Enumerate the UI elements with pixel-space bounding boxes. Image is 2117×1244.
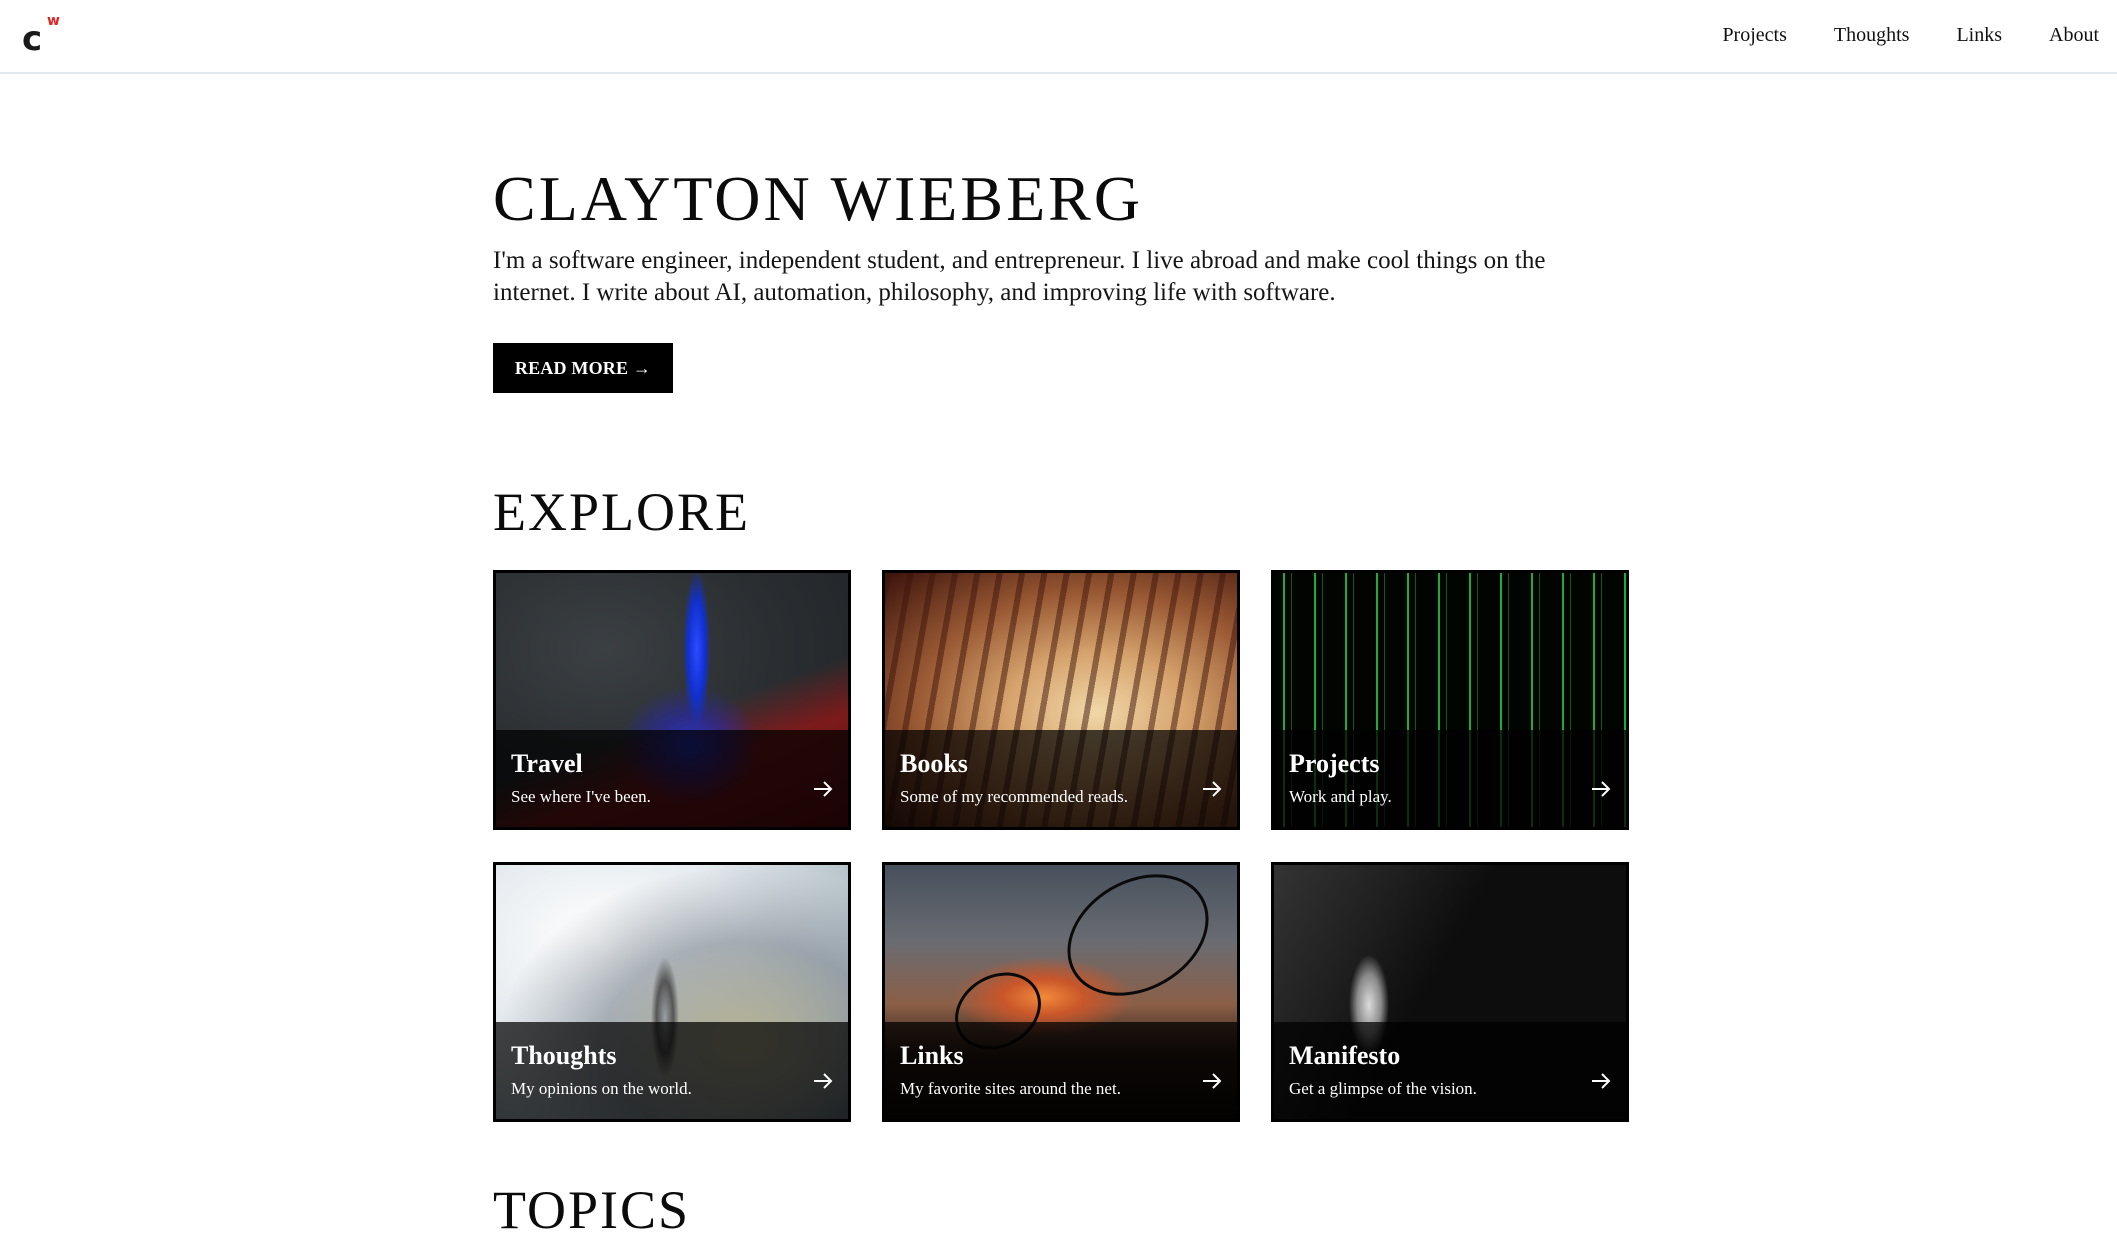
logo-letter-c: c — [22, 19, 42, 59]
card-title: Links — [900, 1041, 964, 1070]
site-logo[interactable]: c w — [22, 14, 66, 56]
logo-letter-w: w — [47, 13, 60, 29]
card-thoughts[interactable]: Thoughts My opinions on the world. — [493, 862, 851, 1122]
radio-dish-shape — [1045, 865, 1231, 1021]
card-subtitle: Get a glimpse of the vision. — [1289, 1079, 1477, 1098]
main-nav: Projects Thoughts Links About — [1675, 22, 2099, 48]
nav-thoughts[interactable]: Thoughts — [1834, 22, 1910, 48]
nav-links[interactable]: Links — [1956, 22, 2002, 48]
topics-heading: TOPICS — [493, 1180, 691, 1240]
card-title: Thoughts — [511, 1041, 617, 1070]
card-title: Books — [900, 749, 968, 778]
read-more-button[interactable]: READ MORE → — [493, 343, 673, 393]
nav-projects[interactable]: Projects — [1722, 22, 1786, 48]
nav-about[interactable]: About — [2049, 22, 2099, 48]
card-subtitle: My opinions on the world. — [511, 1079, 692, 1098]
card-subtitle: My favorite sites around the net. — [900, 1079, 1121, 1098]
card-links[interactable]: Links My favorite sites around the net. — [882, 862, 1240, 1122]
card-books[interactable]: Books Some of my recommended reads. — [882, 570, 1240, 830]
arrow-right-icon — [814, 1073, 833, 1089]
card-title: Projects — [1289, 749, 1380, 778]
card-title: Manifesto — [1289, 1041, 1401, 1070]
card-projects[interactable]: Projects Work and play. — [1271, 570, 1629, 830]
card-subtitle: Some of my recommended reads. — [900, 787, 1129, 806]
card-manifesto[interactable]: Manifesto Get a glimpse of the vision. — [1271, 862, 1629, 1122]
card-subtitle: See where I've been. — [511, 787, 651, 806]
explore-heading: EXPLORE — [493, 482, 750, 542]
card-title: Travel — [511, 749, 583, 778]
arrow-right-icon — [1203, 1073, 1222, 1089]
card-subtitle: Work and play. — [1289, 787, 1392, 806]
site-header: c w Projects Thoughts Links About — [0, 0, 2117, 74]
arrow-right-icon — [1203, 781, 1222, 797]
arrow-right-icon — [814, 781, 833, 797]
arrow-right-icon — [1592, 1073, 1611, 1089]
hero-description: I'm a software engineer, independent stu… — [493, 247, 1546, 306]
hero-title: CLAYTON WIEBERG — [493, 163, 1144, 234]
card-travel[interactable]: Travel See where I've been. — [493, 570, 851, 830]
arrow-right-icon — [1592, 781, 1611, 797]
